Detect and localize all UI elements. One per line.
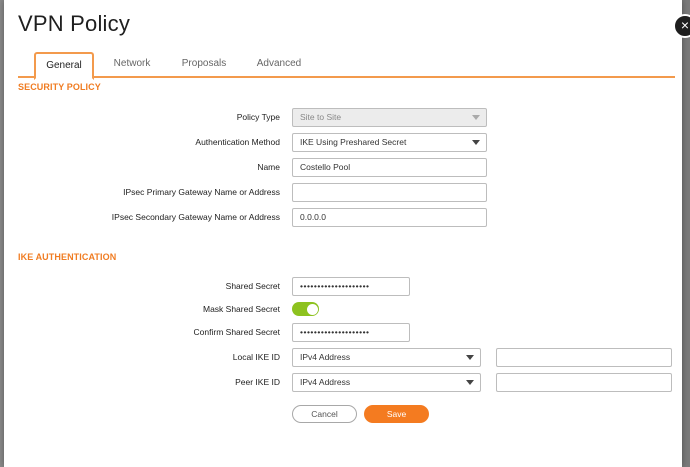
confirm-shared-secret-label: Confirm Shared Secret (193, 327, 280, 337)
section-heading-ike-authentication: IKE AUTHENTICATION (18, 252, 117, 262)
vpn-policy-dialog: VPN Policy General Network Proposals Adv… (4, 0, 682, 467)
primary-gateway-label: IPsec Primary Gateway Name or Address (123, 187, 280, 197)
tab-network[interactable]: Network (102, 52, 162, 78)
auth-method-label: Authentication Method (195, 137, 280, 147)
peer-ike-id-type-select[interactable]: IPv4 Address (292, 373, 481, 392)
auth-method-select[interactable]: IKE Using Preshared Secret (292, 133, 487, 152)
local-ike-id-input[interactable] (496, 348, 672, 367)
tab-general[interactable]: General (34, 52, 94, 80)
save-button[interactable]: Save (364, 405, 429, 423)
peer-ike-id-label: Peer IKE ID (235, 377, 280, 387)
chevron-down-icon (472, 115, 480, 120)
local-ike-id-label: Local IKE ID (232, 352, 280, 362)
local-ike-id-type-value: IPv4 Address (300, 352, 351, 362)
shared-secret-input[interactable]: •••••••••••••••••••• (292, 277, 410, 296)
close-icon[interactable]: × (673, 14, 690, 38)
secondary-gateway-label: IPsec Secondary Gateway Name or Address (111, 212, 280, 222)
tab-bar: General Network Proposals Advanced (18, 52, 675, 80)
name-label: Name (257, 162, 280, 172)
mask-shared-secret-toggle[interactable] (292, 302, 319, 316)
cancel-button[interactable]: Cancel (292, 405, 357, 423)
shared-secret-label: Shared Secret (225, 281, 280, 291)
toggle-knob (306, 303, 318, 315)
dialog-title: VPN Policy (18, 11, 131, 36)
policy-type-label: Policy Type (236, 112, 280, 122)
confirm-shared-secret-input[interactable]: •••••••••••••••••••• (292, 323, 410, 342)
chevron-down-icon (466, 380, 474, 385)
mask-shared-secret-label: Mask Shared Secret (202, 304, 280, 314)
section-heading-security-policy: SECURITY POLICY (18, 82, 101, 92)
primary-gateway-input[interactable] (292, 183, 487, 202)
secondary-gateway-input[interactable]: 0.0.0.0 (292, 208, 487, 227)
tab-advanced[interactable]: Advanced (249, 52, 309, 78)
peer-ike-id-input[interactable] (496, 373, 672, 392)
policy-type-select[interactable]: Site to Site (292, 108, 487, 127)
tab-proposals[interactable]: Proposals (174, 52, 234, 78)
policy-type-value: Site to Site (300, 112, 342, 122)
chevron-down-icon (472, 140, 480, 145)
name-input[interactable]: Costello Pool (292, 158, 487, 177)
local-ike-id-type-select[interactable]: IPv4 Address (292, 348, 481, 367)
chevron-down-icon (466, 355, 474, 360)
auth-method-value: IKE Using Preshared Secret (300, 137, 407, 147)
peer-ike-id-type-value: IPv4 Address (300, 377, 351, 387)
